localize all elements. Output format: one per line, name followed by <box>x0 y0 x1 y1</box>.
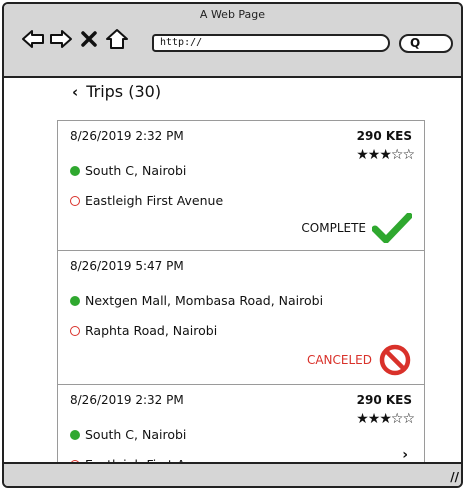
rating-stars: ★★★☆☆ <box>356 411 415 427</box>
dropoff-dot-icon <box>70 195 80 206</box>
pickup-text: South C, Nairobi <box>85 427 187 442</box>
rating-stars: ★★★☆☆ <box>356 147 415 163</box>
trip-card[interactable]: 8/26/2019 2:32 PM 290 KES ★★★☆☆ South C,… <box>58 385 424 467</box>
search-field[interactable]: Q <box>399 34 453 53</box>
pickup-location: South C, Nairobi <box>70 163 186 178</box>
pickup-dot-icon <box>70 295 80 306</box>
browser-window: A Web Page http:// Q ‹ Trips (30) 8/26/2… <box>2 2 463 488</box>
dropoff-dot-icon <box>70 325 80 336</box>
trip-list: 8/26/2019 2:32 PM 290 KES ★★★☆☆ South C,… <box>57 120 425 467</box>
dropoff-location: Eastleigh First Avenue <box>70 193 223 208</box>
pickup-location: Nextgen Mall, Mombasa Road, Nairobi <box>70 293 323 308</box>
dropoff-location: Raphta Road, Nairobi <box>70 323 217 338</box>
resize-grip-icon[interactable]: // <box>450 470 459 484</box>
pickup-dot-icon <box>70 429 80 440</box>
chevron-left-icon[interactable]: ‹ <box>72 83 78 101</box>
pickup-text: Nextgen Mall, Mombasa Road, Nairobi <box>85 293 324 308</box>
window-title: A Web Page <box>199 8 266 21</box>
chevron-right-icon[interactable]: › <box>402 447 408 463</box>
page-content: ‹ Trips (30) 8/26/2019 2:32 PM 290 KES ★… <box>4 78 461 467</box>
close-icon[interactable] <box>78 28 100 50</box>
trip-status: COMPLETE <box>301 213 412 243</box>
trip-price: 290 KES <box>356 393 412 407</box>
trip-price: 290 KES <box>356 129 412 143</box>
status-label: CANCELED <box>306 353 372 367</box>
dropoff-text: Raphta Road, Nairobi <box>85 323 218 338</box>
search-icon: Q <box>410 36 421 50</box>
status-bar: // <box>4 462 461 486</box>
page-title: Trips (30) <box>86 82 162 101</box>
canceled-icon <box>379 344 411 376</box>
trip-status: CANCELED <box>307 343 412 377</box>
pickup-text: South C, Nairobi <box>85 163 187 178</box>
status-label: COMPLETE <box>301 221 366 235</box>
back-icon[interactable] <box>20 28 46 50</box>
checkmark-icon <box>372 213 412 243</box>
trip-datetime: 8/26/2019 2:32 PM <box>70 393 184 407</box>
dropoff-text: Eastleigh First Avenue <box>85 193 224 208</box>
trip-datetime: 8/26/2019 2:32 PM <box>70 129 184 143</box>
home-icon[interactable] <box>104 28 130 50</box>
trips-header[interactable]: ‹ Trips (30) <box>72 82 161 101</box>
trip-card[interactable]: 8/26/2019 2:32 PM 290 KES ★★★☆☆ South C,… <box>58 121 424 251</box>
pickup-dot-icon <box>70 165 80 176</box>
url-field[interactable]: http:// <box>152 34 390 52</box>
browser-toolbar: A Web Page http:// Q <box>4 4 461 78</box>
trip-datetime: 8/26/2019 5:47 PM <box>70 259 184 273</box>
forward-icon[interactable] <box>48 28 74 50</box>
trip-card[interactable]: 8/26/2019 5:47 PM Nextgen Mall, Mombasa … <box>58 251 424 385</box>
pickup-location: South C, Nairobi <box>70 427 186 442</box>
